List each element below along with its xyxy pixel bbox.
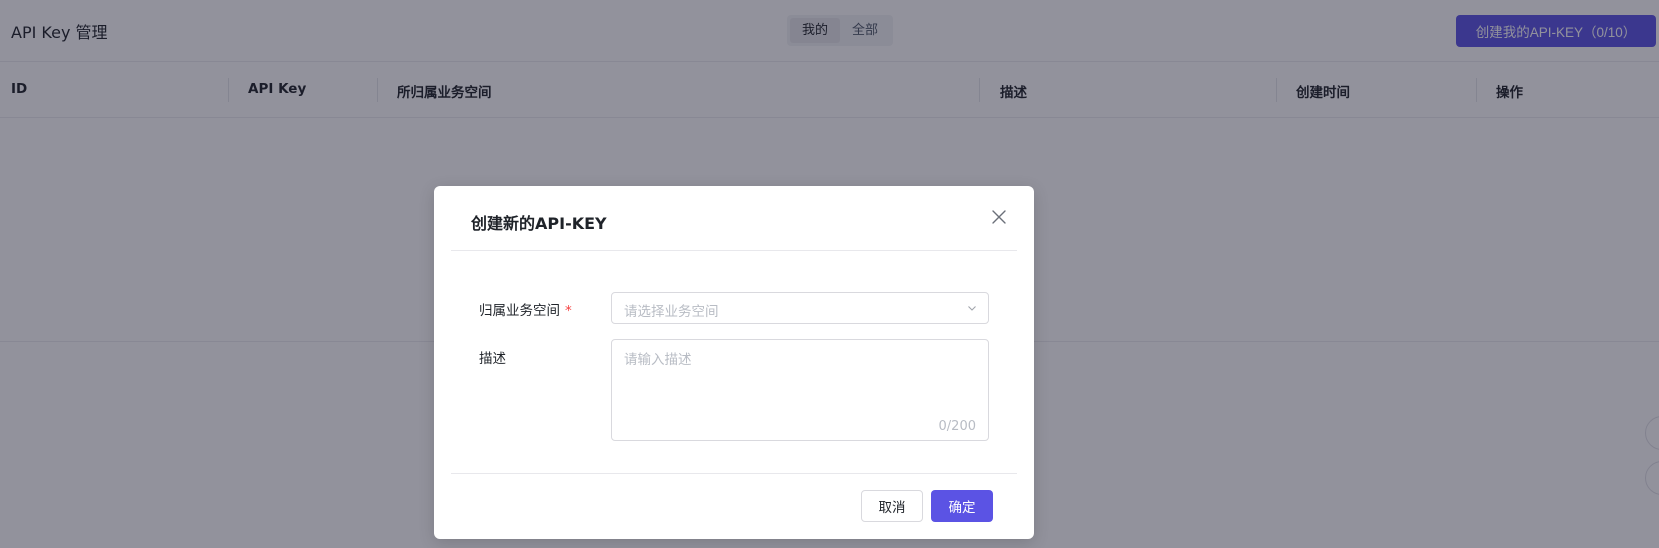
description-textarea[interactable] [612,340,988,440]
required-mark: * [565,303,572,319]
dialog-title: 创建新的API-KEY [471,214,607,233]
workspace-select[interactable]: 请选择业务空间 [611,292,989,324]
workspace-field-label: 归属业务空间 * [479,303,572,319]
create-api-key-dialog: 创建新的API-KEY 归属业务空间* 请选择业务空间 描述 0/200 取消 … [434,186,1034,539]
chevron-down-icon [968,306,976,311]
confirm-button[interactable]: 确定 [931,490,993,522]
workspace-select-placeholder: 请选择业务空间 [624,304,719,320]
description-field: 0/200 [611,339,989,441]
close-icon[interactable] [990,208,1008,226]
dialog-footer-divider [451,473,1017,474]
dialog-divider [451,250,1017,251]
description-field-label: 描述 [479,351,506,367]
cancel-button[interactable]: 取消 [861,490,923,522]
description-char-counter: 0/200 [938,419,976,434]
